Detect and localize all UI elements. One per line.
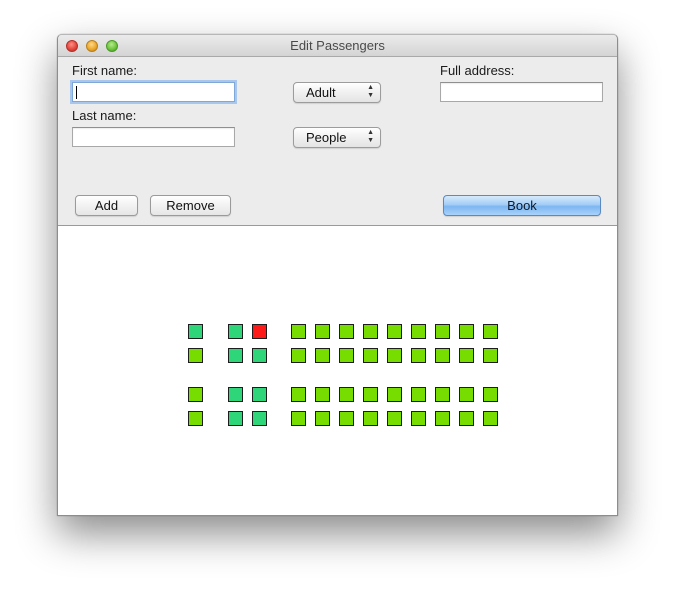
seat-available[interactable]: [483, 348, 498, 363]
seat-available[interactable]: [188, 348, 203, 363]
seat-available[interactable]: [291, 411, 306, 426]
seat-available[interactable]: [339, 411, 354, 426]
edit-passengers-window: Edit Passengers First name: Last name: A…: [57, 34, 618, 516]
seat-available[interactable]: [459, 324, 474, 339]
text-caret: [76, 86, 77, 99]
seat-available[interactable]: [387, 324, 402, 339]
seat-map-panel: [58, 225, 617, 515]
seat-available[interactable]: [435, 387, 450, 402]
passenger-form: First name: Last name: Adult ▲ ▼ People ▲…: [58, 57, 617, 225]
group-type-value: People: [306, 130, 347, 145]
seat-taken[interactable]: [252, 324, 267, 339]
last-name-label: Last name:: [72, 108, 137, 123]
seat-available[interactable]: [363, 324, 378, 339]
seat-selected[interactable]: [228, 324, 243, 339]
seat-available[interactable]: [483, 324, 498, 339]
passenger-type-value: Adult: [306, 85, 336, 100]
first-name-label: First name:: [72, 63, 138, 78]
seat-available[interactable]: [435, 348, 450, 363]
seat-available[interactable]: [291, 348, 306, 363]
seat-available[interactable]: [339, 387, 354, 402]
seat-selected[interactable]: [228, 348, 243, 363]
seat-selected[interactable]: [228, 387, 243, 402]
seat-available[interactable]: [411, 348, 426, 363]
seat-available[interactable]: [483, 387, 498, 402]
full-address-field[interactable]: [440, 82, 603, 102]
seat-available[interactable]: [315, 411, 330, 426]
seat-available[interactable]: [188, 387, 203, 402]
seat-available[interactable]: [435, 324, 450, 339]
seat-available[interactable]: [315, 348, 330, 363]
book-button[interactable]: Book: [443, 195, 601, 216]
seat-selected[interactable]: [252, 411, 267, 426]
seat-available[interactable]: [459, 387, 474, 402]
up-down-arrows-icon: ▲ ▼: [367, 129, 374, 144]
last-name-field[interactable]: [72, 127, 235, 147]
seat-available[interactable]: [411, 387, 426, 402]
full-address-label: Full address:: [440, 63, 515, 78]
seat-available[interactable]: [411, 411, 426, 426]
group-type-popup[interactable]: People ▲ ▼: [293, 127, 381, 148]
seat-available[interactable]: [459, 411, 474, 426]
seat-available[interactable]: [363, 387, 378, 402]
seat-available[interactable]: [459, 348, 474, 363]
up-down-arrows-icon: ▲ ▼: [367, 84, 374, 99]
add-button[interactable]: Add: [75, 195, 138, 216]
title-bar[interactable]: Edit Passengers: [58, 35, 617, 57]
seat-selected[interactable]: [188, 324, 203, 339]
seat-selected[interactable]: [252, 348, 267, 363]
seat-selected[interactable]: [252, 387, 267, 402]
seat-available[interactable]: [483, 411, 498, 426]
seat-selected[interactable]: [228, 411, 243, 426]
seat-available[interactable]: [435, 411, 450, 426]
window-title: Edit Passengers: [290, 38, 385, 53]
first-name-field[interactable]: [72, 82, 235, 102]
seat-available[interactable]: [188, 411, 203, 426]
seat-available[interactable]: [315, 324, 330, 339]
seat-available[interactable]: [291, 324, 306, 339]
seat-available[interactable]: [363, 348, 378, 363]
seat-available[interactable]: [363, 411, 378, 426]
seat-available[interactable]: [315, 387, 330, 402]
seat-available[interactable]: [387, 348, 402, 363]
remove-button[interactable]: Remove: [150, 195, 231, 216]
seat-available[interactable]: [387, 387, 402, 402]
passenger-type-popup[interactable]: Adult ▲ ▼: [293, 82, 381, 103]
seat-available[interactable]: [291, 387, 306, 402]
seat-available[interactable]: [387, 411, 402, 426]
seat-available[interactable]: [339, 324, 354, 339]
seat-available[interactable]: [339, 348, 354, 363]
seat-available[interactable]: [411, 324, 426, 339]
